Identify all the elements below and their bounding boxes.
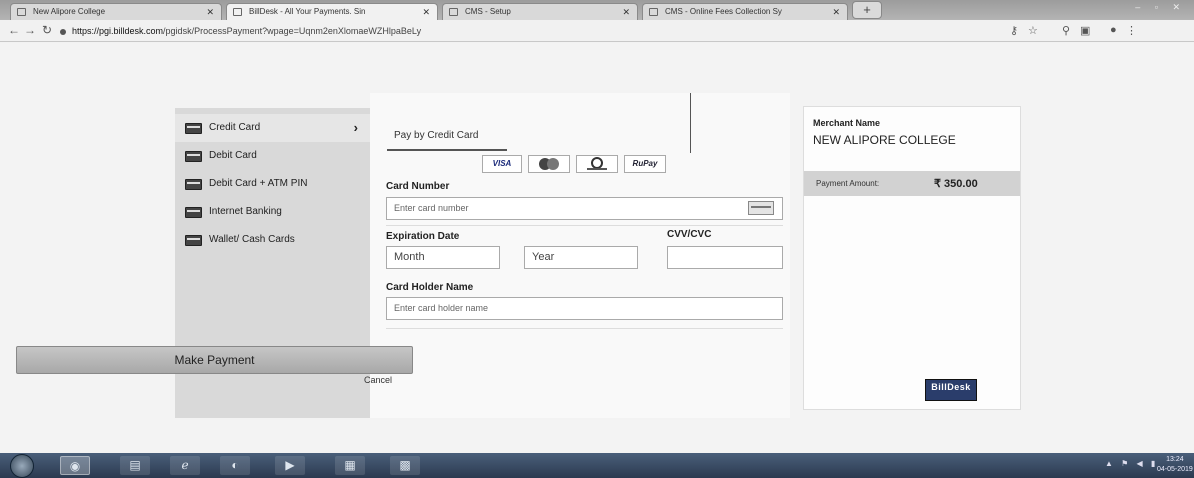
clock-time: 13:24 <box>1166 456 1184 463</box>
video-player-icon[interactable]: ▶ <box>275 456 305 475</box>
method-debit-card-atm-pin[interactable]: Debit Card + ATM PIN <box>175 170 370 198</box>
merchant-name: NEW ALIPORE COLLEGE <box>813 133 956 147</box>
card-holder-name-input[interactable]: Enter card holder name <box>386 297 783 320</box>
billdesk-logo: BillDesk <box>925 379 977 401</box>
close-tab-icon[interactable]: ✕ <box>832 4 840 20</box>
merchant-summary-card: Merchant Name NEW ALIPORE COLLEGE Paymen… <box>803 106 1021 410</box>
spreadsheet-app-icon[interactable]: ▦ <box>335 456 365 475</box>
close-tab-icon[interactable]: ✕ <box>206 4 214 20</box>
cvv-label: CVV/CVC <box>667 229 712 240</box>
wallet-icon <box>185 235 202 246</box>
tab-cms-setup[interactable]: CMS - Setup ✕ <box>442 3 638 20</box>
taskbar-clock[interactable]: 13:24 04-05-2019 <box>1157 455 1193 475</box>
credit-card-icon <box>185 123 202 134</box>
excel-app-icon[interactable]: ▩ <box>390 456 420 475</box>
close-tab-icon[interactable]: ✕ <box>422 4 430 20</box>
divider <box>386 225 783 226</box>
profile-icon[interactable]: ● <box>1110 24 1117 36</box>
tab-pay-by-credit-card[interactable]: Pay by Credit Card <box>387 130 507 151</box>
key-icon[interactable]: ⚷ <box>1010 24 1018 37</box>
close-tab-icon[interactable]: ✕ <box>622 4 630 20</box>
chevron-right-icon: › <box>353 120 358 135</box>
method-wallet-cash-cards[interactable]: Wallet/ Cash Cards <box>175 226 370 254</box>
payment-amount-bar: Payment Amount: ₹ 350.00 <box>804 171 1020 196</box>
tab-title: BillDesk - All Your Payments. Sin <box>249 7 366 16</box>
payment-page: Credit Card › Debit Card Debit Card + AT… <box>0 43 1194 453</box>
tab-cms-online-fees[interactable]: CMS - Online Fees Collection Sy ✕ <box>642 3 848 20</box>
merchant-name-label: Merchant Name <box>813 118 881 128</box>
method-label: Debit Card <box>209 150 257 161</box>
cvv-input[interactable] <box>667 246 783 269</box>
expiry-year-select[interactable]: Year <box>524 246 638 269</box>
method-label: Internet Banking <box>209 206 282 217</box>
extension-icon[interactable]: ▣ <box>1080 24 1090 37</box>
diners-club-logo-icon <box>576 155 618 173</box>
tab-new-alipore-college[interactable]: New Alipore College ✕ <box>10 3 222 20</box>
browser-tab-strip: New Alipore College ✕ BillDesk - All You… <box>0 0 1194 20</box>
make-payment-button[interactable]: Make Payment <box>16 346 413 374</box>
back-arrow-icon[interactable]: ← <box>8 23 20 37</box>
globe-icon <box>649 8 658 16</box>
expiry-month-select[interactable]: Month <box>386 246 500 269</box>
method-debit-card[interactable]: Debit Card <box>175 142 370 170</box>
url-path: /pgidsk/ProcessPayment?wpage=Uqnm2enXlom… <box>163 26 422 36</box>
billdesk-logo-text: BillDesk <box>931 382 971 392</box>
page-icon <box>17 8 26 16</box>
tab-title: CMS - Online Fees Collection Sy <box>665 7 782 16</box>
url-host: https://pgi.billdesk.com <box>72 26 164 36</box>
card-number-label: Card Number <box>386 181 450 192</box>
card-holder-name-label: Card Holder Name <box>386 282 474 293</box>
browser-toolbar: ← → ↻ https://pgi.billdesk.com/pgidsk/Pr… <box>0 20 1194 42</box>
card-number-input[interactable]: Enter card number <box>386 197 783 220</box>
reload-icon[interactable]: ↻ <box>42 23 52 37</box>
method-credit-card[interactable]: Credit Card › <box>175 114 370 142</box>
method-label: Debit Card + ATM PIN <box>209 178 308 189</box>
address-bar[interactable]: https://pgi.billdesk.com/pgidsk/ProcessP… <box>60 23 990 39</box>
media-player-icon[interactable]: ◐ <box>220 456 250 475</box>
tab-title: New Alipore College <box>33 7 106 16</box>
zoom-icon[interactable]: ⚲ <box>1062 24 1070 37</box>
internet-explorer-icon[interactable]: ℯ <box>170 456 200 475</box>
bookmark-star-icon[interactable]: ☆ <box>1028 24 1038 37</box>
payment-amount-value: ₹ 350.00 <box>934 178 978 190</box>
start-button[interactable] <box>10 454 34 478</box>
card-type-icon <box>748 201 774 215</box>
forward-arrow-icon[interactable]: → <box>24 23 36 37</box>
chrome-taskbar-icon[interactable]: ◉ <box>60 456 90 475</box>
bank-icon <box>185 207 202 218</box>
file-explorer-icon[interactable]: ▤ <box>120 456 150 475</box>
tab-title: CMS - Setup <box>465 7 511 16</box>
rupay-logo-icon: RuPay <box>624 155 666 173</box>
tab-billdesk[interactable]: BillDesk - All Your Payments. Sin ✕ <box>226 3 438 20</box>
mastercard-logo-icon <box>528 155 570 173</box>
payment-amount-label: Payment Amount: <box>816 179 880 188</box>
billdesk-favicon-icon <box>233 8 242 16</box>
menu-icon[interactable]: ⋮ <box>1126 24 1137 37</box>
new-tab-button[interactable]: + <box>852 1 882 19</box>
globe-icon <box>449 8 458 16</box>
debit-card-icon <box>185 151 202 162</box>
system-tray-icons[interactable]: ▲ ⚑ ◀ ▮ <box>1105 459 1158 468</box>
lock-icon <box>60 28 66 35</box>
cancel-link[interactable]: Cancel <box>364 375 392 385</box>
credit-card-form: Pay by Credit Card VISA RuPay Card Numbe… <box>370 93 790 418</box>
divider <box>690 93 691 153</box>
window-controls[interactable]: – ▫ ✕ <box>1135 2 1186 13</box>
method-label: Wallet/ Cash Cards <box>209 234 295 245</box>
billdesk-tagline-icon <box>926 394 976 398</box>
method-label: Credit Card <box>209 122 261 133</box>
os-taskbar: ◉ ▤ ℯ ◐ ▶ ▦ ▩ ▲ ⚑ ◀ ▮ 13:24 04-05-2019 <box>0 453 1194 478</box>
expiration-date-label: Expiration Date <box>386 231 460 242</box>
pin-card-icon <box>185 179 202 190</box>
clock-date: 04-05-2019 <box>1157 466 1193 473</box>
method-internet-banking[interactable]: Internet Banking <box>175 198 370 226</box>
divider <box>386 328 783 329</box>
visa-logo-icon: VISA <box>482 155 522 173</box>
